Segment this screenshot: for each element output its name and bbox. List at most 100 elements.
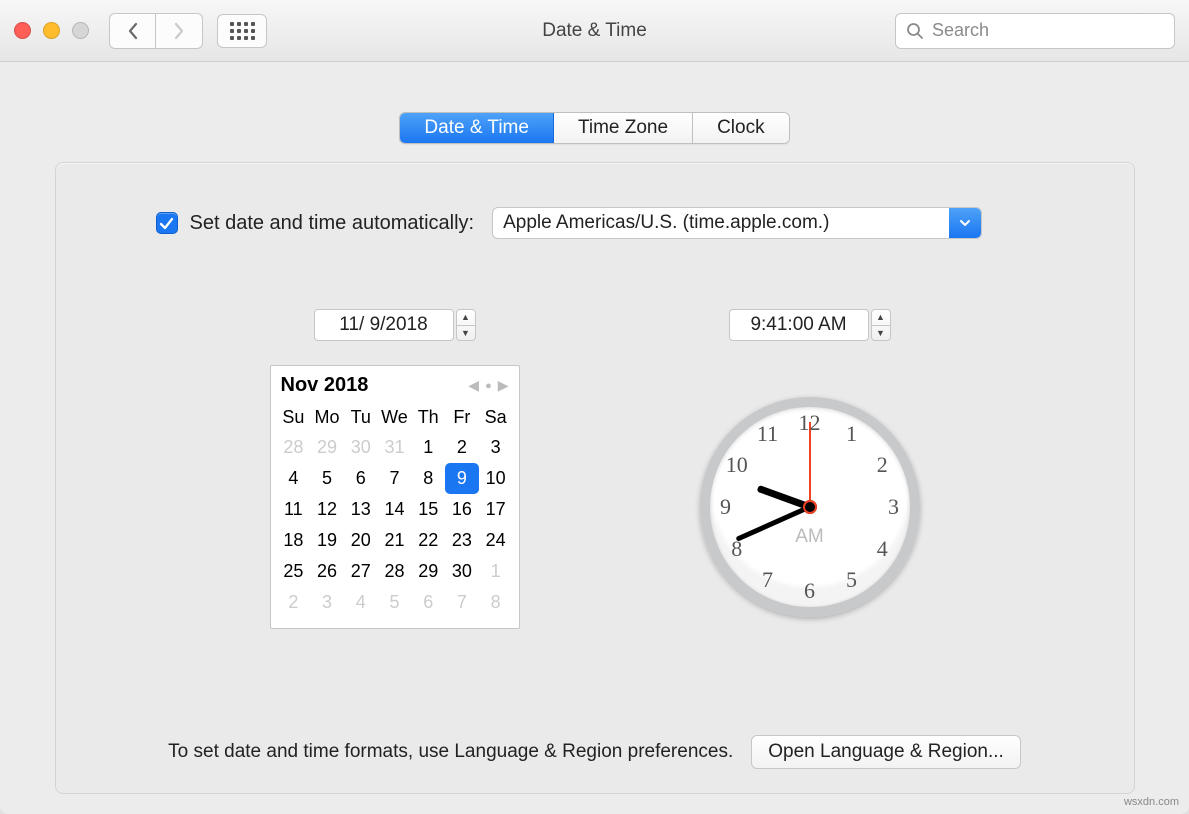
date-stepper[interactable]: ▲ ▼ — [456, 309, 476, 341]
calendar-day[interactable]: 3 — [479, 432, 513, 463]
time-server-value: Apple Americas/U.S. (time.apple.com.) — [493, 208, 949, 238]
stepper-down-icon: ▼ — [457, 326, 475, 341]
calendar-day[interactable]: 4 — [344, 587, 378, 618]
watermark: wsxdn.com — [1124, 796, 1179, 808]
titlebar: Date & Time Search — [0, 0, 1189, 62]
calendar-day[interactable]: 7 — [378, 463, 412, 494]
calendar-day[interactable]: 5 — [378, 587, 412, 618]
calendar-day[interactable]: 22 — [411, 525, 445, 556]
calendar-dow-label: Sa — [479, 403, 513, 432]
dropdown-arrow — [949, 208, 981, 238]
calendar-day[interactable]: 24 — [479, 525, 513, 556]
tab-date-time[interactable]: Date & Time — [400, 113, 554, 143]
calendar-day[interactable]: 25 — [277, 556, 311, 587]
tab-clock[interactable]: Clock — [693, 113, 789, 143]
clock-number: 10 — [726, 452, 748, 478]
clock-number: 1 — [846, 421, 857, 447]
minimize-window-button[interactable] — [43, 22, 60, 39]
calendar-day[interactable]: 8 — [411, 463, 445, 494]
calendar-dow-label: Fr — [445, 403, 479, 432]
search-field[interactable]: Search — [895, 13, 1175, 49]
calendar-day[interactable]: 27 — [344, 556, 378, 587]
open-language-region-button[interactable]: Open Language & Region... — [751, 735, 1021, 769]
calendar-day[interactable]: 13 — [344, 494, 378, 525]
stepper-down-icon: ▼ — [872, 326, 890, 341]
calendar-day[interactable]: 30 — [445, 556, 479, 587]
stepper-up-icon: ▲ — [457, 310, 475, 326]
analog-clock: AM 121234567891011 — [700, 397, 920, 617]
clock-ampm-label: AM — [795, 526, 824, 548]
clock-center-dot — [803, 500, 817, 514]
calendar-day[interactable]: 5 — [310, 463, 344, 494]
calendar-day[interactable]: 2 — [277, 587, 311, 618]
time-column: 9:41:00 AM ▲ ▼ AM 121234 — [700, 309, 920, 629]
calendar-day[interactable]: 29 — [411, 556, 445, 587]
auto-time-label: Set date and time automatically: — [190, 212, 475, 235]
calendar-next-button[interactable]: ▶ — [498, 377, 509, 394]
back-button[interactable] — [110, 14, 156, 48]
forward-button[interactable] — [156, 14, 202, 48]
calendar-day[interactable]: 7 — [445, 587, 479, 618]
calendar-day[interactable]: 6 — [344, 463, 378, 494]
calendar-day[interactable]: 28 — [277, 432, 311, 463]
date-field-group: 11/ 9/2018 ▲ ▼ — [314, 309, 476, 341]
calendar-day[interactable]: 3 — [310, 587, 344, 618]
calendar-title: Nov 2018 — [281, 374, 469, 397]
grid-icon — [230, 22, 255, 40]
calendar-day[interactable]: 12 — [310, 494, 344, 525]
window-controls — [14, 22, 89, 39]
calendar-grid: SuMoTuWeThFrSa28293031123456789101112131… — [277, 403, 513, 618]
calendar-day[interactable]: 19 — [310, 525, 344, 556]
stepper-up-icon: ▲ — [872, 310, 890, 326]
search-placeholder: Search — [932, 20, 989, 41]
calendar-day[interactable]: 1 — [411, 432, 445, 463]
calendar-dow-label: We — [378, 403, 412, 432]
calendar-dow-label: Su — [277, 403, 311, 432]
zoom-window-button[interactable] — [72, 22, 89, 39]
calendar-day[interactable]: 16 — [445, 494, 479, 525]
date-column: 11/ 9/2018 ▲ ▼ Nov 2018 ◀ ● ▶ — [270, 309, 520, 629]
calendar-today-button[interactable]: ● — [485, 380, 492, 392]
calendar-day[interactable]: 30 — [344, 432, 378, 463]
calendar-day[interactable]: 15 — [411, 494, 445, 525]
calendar-dow-label: Tu — [344, 403, 378, 432]
chevron-right-icon — [173, 22, 185, 40]
calendar-day[interactable]: 4 — [277, 463, 311, 494]
footer-row: To set date and time formats, use Langua… — [56, 735, 1134, 769]
time-server-select[interactable]: Apple Americas/U.S. (time.apple.com.) — [492, 207, 982, 239]
clock-number: 3 — [888, 494, 899, 520]
calendar-day[interactable]: 6 — [411, 587, 445, 618]
calendar-day[interactable]: 21 — [378, 525, 412, 556]
calendar-day[interactable]: 31 — [378, 432, 412, 463]
clock-number: 5 — [846, 567, 857, 593]
clock-number: 7 — [762, 567, 773, 593]
date-input[interactable]: 11/ 9/2018 — [314, 309, 454, 341]
close-window-button[interactable] — [14, 22, 31, 39]
calendar-day[interactable]: 26 — [310, 556, 344, 587]
settings-pane: Set date and time automatically: Apple A… — [55, 162, 1135, 794]
calendar-day[interactable]: 18 — [277, 525, 311, 556]
auto-time-row: Set date and time automatically: Apple A… — [156, 207, 1094, 239]
calendar-day[interactable]: 28 — [378, 556, 412, 587]
calendar-day[interactable]: 20 — [344, 525, 378, 556]
time-stepper[interactable]: ▲ ▼ — [871, 309, 891, 341]
clock-number: 11 — [757, 421, 778, 447]
time-input[interactable]: 9:41:00 AM — [729, 309, 869, 341]
calendar-day[interactable]: 9 — [445, 463, 479, 494]
calendar-day[interactable]: 1 — [479, 556, 513, 587]
tab-time-zone[interactable]: Time Zone — [554, 113, 693, 143]
calendar-day[interactable]: 10 — [479, 463, 513, 494]
clock-number: 6 — [804, 578, 815, 604]
show-all-button[interactable] — [217, 14, 267, 48]
auto-time-checkbox[interactable] — [156, 212, 178, 234]
calendar-day[interactable]: 8 — [479, 587, 513, 618]
calendar-day[interactable]: 29 — [310, 432, 344, 463]
calendar-day[interactable]: 17 — [479, 494, 513, 525]
content-area: Date & Time Time Zone Clock Set date and… — [0, 62, 1189, 814]
search-icon — [906, 22, 924, 40]
calendar-day[interactable]: 23 — [445, 525, 479, 556]
calendar-day[interactable]: 2 — [445, 432, 479, 463]
calendar-day[interactable]: 14 — [378, 494, 412, 525]
calendar-day[interactable]: 11 — [277, 494, 311, 525]
calendar-prev-button[interactable]: ◀ — [468, 377, 479, 394]
